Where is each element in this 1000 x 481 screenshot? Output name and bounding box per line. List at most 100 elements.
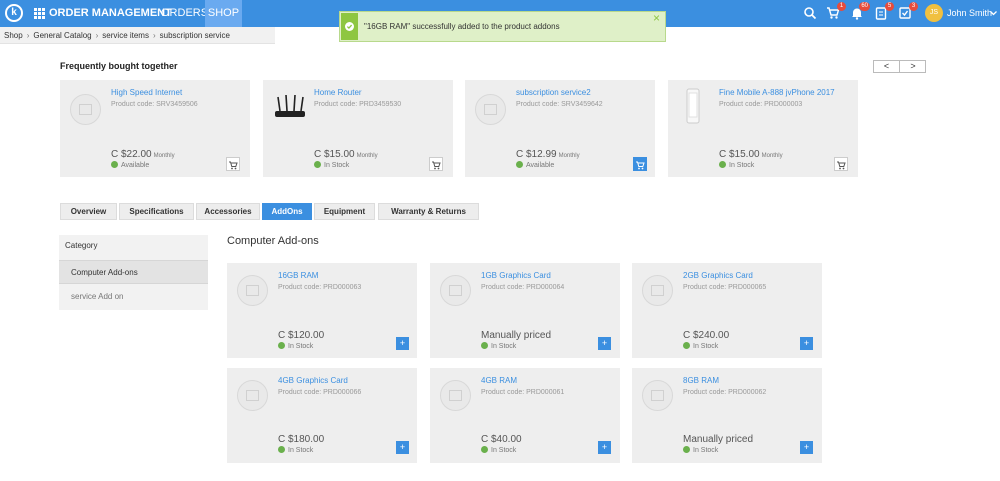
addon-card[interactable]: 4GB RAM Product code: PRD000061 C $40.00… — [430, 368, 620, 463]
tab-overview[interactable]: Overview — [60, 203, 117, 220]
app-title: ORDER MANAGEMENT — [49, 7, 172, 19]
approvals-button[interactable]: 3 — [898, 2, 918, 20]
price-period: Monthly — [558, 153, 580, 159]
product-placeholder-icon — [237, 380, 268, 411]
addon-card[interactable]: 4GB Graphics Card Product code: PRD00006… — [227, 368, 417, 463]
status-badge: In Stock — [683, 342, 718, 350]
price-value: C $12.99 — [516, 149, 557, 160]
cart-icon — [636, 161, 645, 170]
user-name[interactable]: John Smith — [947, 0, 992, 27]
tab-addons[interactable]: AddOns — [262, 203, 312, 220]
check-icon — [683, 342, 690, 349]
check-icon — [719, 161, 726, 168]
next-button[interactable]: > — [900, 61, 926, 72]
add-addon-button[interactable]: + — [396, 441, 409, 454]
add-addon-button[interactable]: + — [800, 441, 813, 454]
addon-name[interactable]: 16GB RAM — [278, 271, 318, 280]
status-badge: In Stock — [481, 446, 516, 454]
product-name[interactable]: Fine Mobile A-888 jvPhone 2017 — [719, 88, 835, 97]
product-placeholder-icon — [642, 380, 673, 411]
addon-code: Product code: PRD000066 — [278, 389, 362, 396]
tab-accessories[interactable]: Accessories — [196, 203, 260, 220]
status-text: In Stock — [288, 343, 314, 350]
product-card[interactable]: High Speed Internet Product code: SRV345… — [60, 80, 250, 177]
add-to-cart-button[interactable] — [226, 157, 240, 171]
add-to-cart-button[interactable] — [633, 157, 647, 171]
product-name[interactable]: subscription service2 — [516, 88, 591, 97]
cart-icon — [229, 161, 238, 170]
chevron-down-icon[interactable] — [990, 11, 997, 16]
product-price: C $22.00 Monthly — [111, 149, 175, 160]
app-grid-icon[interactable] — [34, 8, 45, 19]
notifications-button[interactable]: 60 — [850, 2, 870, 20]
add-addon-button[interactable]: + — [598, 441, 611, 454]
product-code: Product code: SRV3459506 — [111, 101, 198, 108]
product-card[interactable]: subscription service2 Product code: SRV3… — [465, 80, 655, 177]
addon-card[interactable]: 2GB Graphics Card Product code: PRD00006… — [632, 263, 822, 358]
product-name[interactable]: Home Router — [314, 88, 362, 97]
addon-name[interactable]: 4GB RAM — [481, 376, 517, 385]
category-item-computer-addons[interactable]: Computer Add-ons — [59, 260, 208, 284]
price-value: C $15.00 — [314, 149, 355, 160]
add-to-cart-button[interactable] — [834, 157, 848, 171]
status-badge: Available — [111, 161, 149, 169]
check-circle-icon — [345, 22, 354, 31]
add-to-cart-button[interactable] — [429, 157, 443, 171]
price-period: Monthly — [356, 153, 378, 159]
price-value: C $22.00 — [111, 149, 152, 160]
addon-card[interactable]: 1GB Graphics Card Product code: PRD00006… — [430, 263, 620, 358]
product-card[interactable]: Fine Mobile A-888 jvPhone 2017 Product c… — [668, 80, 858, 177]
addon-price: C $240.00 — [683, 330, 730, 341]
breadcrumb-service-items[interactable]: service items — [102, 31, 149, 40]
search-icon[interactable] — [803, 6, 817, 20]
chevron-right-icon: › — [26, 31, 30, 40]
product-code: Product code: PRD3459530 — [314, 101, 402, 108]
addon-card[interactable]: 8GB RAM Product code: PRD000062 Manually… — [632, 368, 822, 463]
status-text: In Stock — [491, 447, 517, 454]
breadcrumb-shop[interactable]: Shop — [4, 31, 23, 40]
addon-name[interactable]: 1GB Graphics Card — [481, 271, 551, 280]
check-icon — [481, 446, 488, 453]
status-text: In Stock — [693, 447, 719, 454]
prev-button[interactable]: < — [874, 61, 900, 72]
product-placeholder-icon — [475, 94, 506, 125]
toast-message: "16GB RAM" successfully added to the pro… — [364, 22, 560, 31]
product-code: Product code: PRD000003 — [719, 101, 803, 108]
breadcrumb-general-catalog[interactable]: General Catalog — [33, 31, 91, 40]
product-placeholder-icon — [440, 380, 471, 411]
cart-button[interactable]: 1 — [826, 2, 846, 20]
tab-warranty-returns[interactable]: Warranty & Returns — [378, 203, 479, 220]
addon-name[interactable]: 8GB RAM — [683, 376, 719, 385]
status-badge: In Stock — [719, 161, 754, 169]
carousel-pager: < > — [873, 60, 926, 73]
addon-price: C $40.00 — [481, 434, 522, 445]
addon-name[interactable]: 4GB Graphics Card — [278, 376, 348, 385]
status-text: In Stock — [693, 343, 719, 350]
product-name[interactable]: High Speed Internet — [111, 88, 182, 97]
success-toast: "16GB RAM" successfully added to the pro… — [339, 11, 666, 42]
addon-name[interactable]: 2GB Graphics Card — [683, 271, 753, 280]
avatar[interactable]: JS — [925, 4, 943, 22]
addon-card[interactable]: 16GB RAM Product code: PRD000063 C $120.… — [227, 263, 417, 358]
logo-letter: k — [11, 7, 17, 18]
tasks-button[interactable]: 5 — [874, 2, 894, 20]
nav-orders[interactable]: ORDERS — [161, 0, 208, 27]
tab-equipment[interactable]: Equipment — [314, 203, 375, 220]
chevron-right-icon: › — [95, 31, 99, 40]
status-badge: In Stock — [481, 342, 516, 350]
status-badge: In Stock — [314, 161, 349, 169]
addon-code: Product code: PRD000063 — [278, 284, 362, 291]
app-logo[interactable]: k — [5, 4, 23, 22]
close-icon[interactable]: × — [653, 11, 660, 25]
add-addon-button[interactable]: + — [396, 337, 409, 350]
product-card[interactable]: Home Router Product code: PRD3459530 C $… — [263, 80, 453, 177]
status-badge: In Stock — [278, 446, 313, 454]
status-badge: Available — [516, 161, 554, 169]
toast-check-area — [341, 13, 358, 40]
category-item-service-addon[interactable]: service Add on — [59, 285, 208, 309]
notifications-badge: 60 — [859, 2, 870, 11]
tab-specifications[interactable]: Specifications — [119, 203, 194, 220]
add-addon-button[interactable]: + — [598, 337, 611, 350]
nav-shop[interactable]: SHOP — [205, 0, 242, 27]
add-addon-button[interactable]: + — [800, 337, 813, 350]
